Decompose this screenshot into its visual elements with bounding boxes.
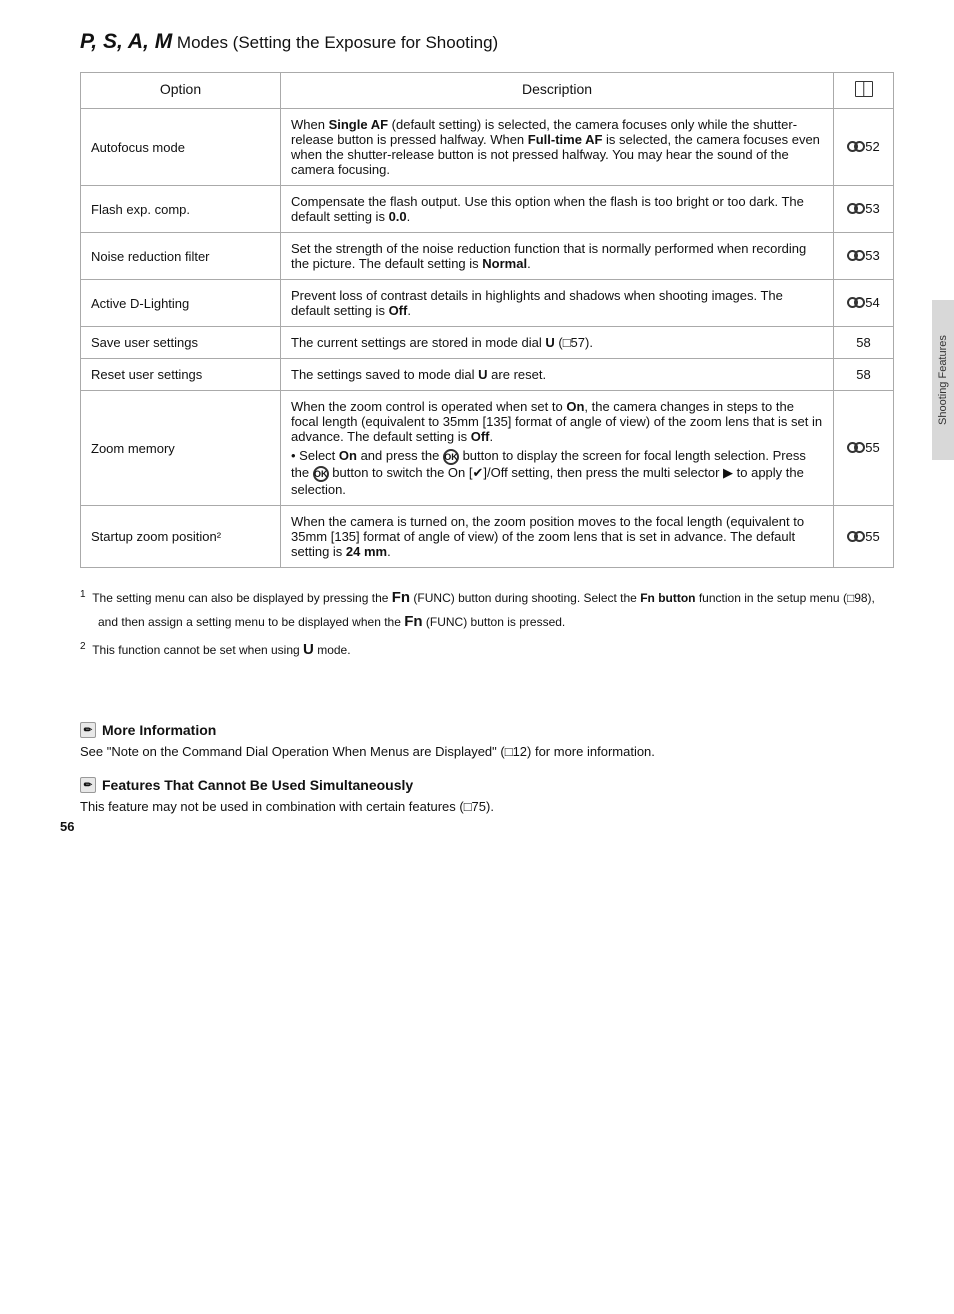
pencil-icon: ✏ <box>80 722 96 738</box>
features-title-text: Features That Cannot Be Used Simultaneou… <box>102 777 413 793</box>
chain-icon <box>847 203 865 214</box>
chain-circle2 <box>854 141 865 152</box>
desc-cell-flash: Compensate the flash output. Use this op… <box>281 186 834 233</box>
page-title-suffix: Modes (Setting the Exposure for Shooting… <box>172 33 498 52</box>
table-row: Autofocus mode When Single AF (default s… <box>81 109 894 186</box>
book-icon <box>855 81 873 97</box>
table-row: Noise reduction filter Set the strength … <box>81 233 894 280</box>
ref-cell-dlighting: 54 <box>834 280 894 327</box>
page-container: P, S, A, M Modes (Setting the Exposure f… <box>0 0 954 854</box>
features-section: ✏ Features That Cannot Be Used Simultane… <box>80 777 894 814</box>
chain-icon <box>847 297 865 308</box>
desc-cell-zoom-memory: When the zoom control is operated when s… <box>281 391 834 506</box>
ok-button-icon: OK <box>443 449 459 465</box>
option-cell-autofocus: Autofocus mode <box>81 109 281 186</box>
features-section-title: ✏ Features That Cannot Be Used Simultane… <box>80 777 894 793</box>
pencil-icon2: ✏ <box>80 777 96 793</box>
more-info-text: See "Note on the Command Dial Operation … <box>80 744 894 759</box>
chain-circle2 <box>854 203 865 214</box>
desc-cell-noise: Set the strength of the noise reduction … <box>281 233 834 280</box>
table-row: Zoom memory When the zoom control is ope… <box>81 391 894 506</box>
desc-cell-autofocus: When Single AF (default setting) is sele… <box>281 109 834 186</box>
table-row: Flash exp. comp. Compensate the flash ou… <box>81 186 894 233</box>
chain-icon <box>847 442 865 453</box>
features-text: This feature may not be used in combinat… <box>80 799 894 814</box>
ref-cell-startup-zoom: 55 <box>834 506 894 568</box>
option-cell-flash: Flash exp. comp. <box>81 186 281 233</box>
more-info-section: ✏ More Information See "Note on the Comm… <box>80 722 894 759</box>
table-row: Reset user settings The settings saved t… <box>81 359 894 391</box>
option-cell-zoom-memory: Zoom memory <box>81 391 281 506</box>
header-description: Description <box>281 73 834 109</box>
chain-icon <box>847 141 865 152</box>
ref-cell-reset: 58 <box>834 359 894 391</box>
ref-cell-noise: 53 <box>834 233 894 280</box>
header-ref <box>834 73 894 109</box>
more-info-title-text: More Information <box>102 722 216 738</box>
chain-circle2 <box>854 442 865 453</box>
ref-icon: 52 <box>847 139 879 154</box>
footnotes: 1 The setting menu can also be displayed… <box>80 586 894 662</box>
chain-icon <box>847 531 865 542</box>
chain-circle2 <box>854 250 865 261</box>
sidebar-label: Shooting Features <box>932 300 954 460</box>
psam-modes: P, S, A, M <box>80 30 172 53</box>
chain-icon <box>847 250 865 261</box>
more-info-title: ✏ More Information <box>80 722 894 738</box>
ref-cell-flash: 53 <box>834 186 894 233</box>
desc-cell-startup-zoom: When the camera is turned on, the zoom p… <box>281 506 834 568</box>
desc-cell-dlighting: Prevent loss of contrast details in high… <box>281 280 834 327</box>
chain-circle2 <box>854 297 865 308</box>
page-header: P, S, A, M Modes (Setting the Exposure f… <box>80 30 894 54</box>
ref-icon: 53 <box>847 201 879 216</box>
ref-cell-save: 58 <box>834 327 894 359</box>
option-cell-save: Save user settings <box>81 327 281 359</box>
footnote-2: 2 This function cannot be set when using… <box>80 638 894 662</box>
footnote-1: 1 The setting menu can also be displayed… <box>80 586 894 634</box>
ref-icon: 53 <box>847 248 879 263</box>
table-row: Startup zoom position² When the camera i… <box>81 506 894 568</box>
table-row: Save user settings The current settings … <box>81 327 894 359</box>
ref-icon: 55 <box>847 529 879 544</box>
ref-cell-autofocus: 52 <box>834 109 894 186</box>
ref-cell-zoom-memory: 55 <box>834 391 894 506</box>
chain-circle2 <box>854 531 865 542</box>
header-option: Option <box>81 73 281 109</box>
page-number: 56 <box>60 819 74 834</box>
option-cell-reset: Reset user settings <box>81 359 281 391</box>
desc-cell-reset: The settings saved to mode dial U are re… <box>281 359 834 391</box>
option-cell-noise: Noise reduction filter <box>81 233 281 280</box>
option-cell-startup-zoom: Startup zoom position² <box>81 506 281 568</box>
ok-button-icon2: OK <box>313 466 329 482</box>
ref-icon: 54 <box>847 295 879 310</box>
options-table: Option Description Autofocus mode When S… <box>80 72 894 568</box>
ref-icon: 55 <box>847 440 879 455</box>
option-cell-dlighting: Active D-Lighting <box>81 280 281 327</box>
table-row: Active D-Lighting Prevent loss of contra… <box>81 280 894 327</box>
desc-cell-save: The current settings are stored in mode … <box>281 327 834 359</box>
